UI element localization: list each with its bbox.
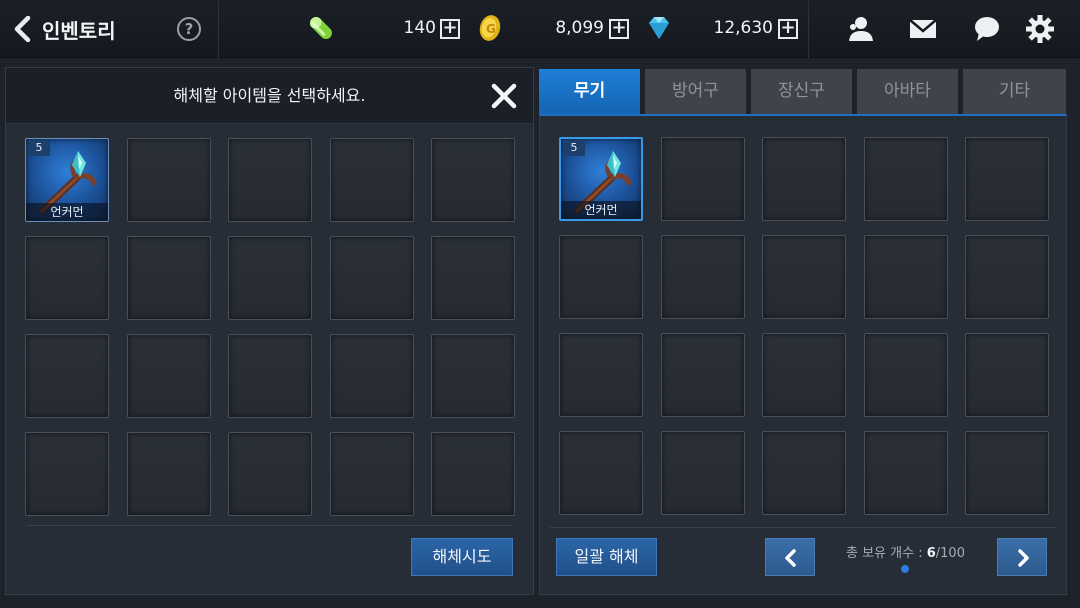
friends-icon[interactable] [846, 14, 876, 44]
empty-slot[interactable] [431, 236, 515, 320]
empty-slot[interactable] [431, 138, 515, 222]
mail-icon[interactable] [908, 14, 938, 44]
empty-slot[interactable] [965, 333, 1049, 417]
empty-slot[interactable] [25, 432, 109, 516]
empty-slot[interactable] [228, 334, 312, 418]
empty-slot[interactable] [660, 333, 745, 417]
empty-slot[interactable] [863, 333, 948, 417]
inventory-tabs: 무기 방어구 장신구 아바타 기타 [539, 67, 1067, 114]
page-indicator-dot [901, 565, 909, 573]
inventory-body: 5 언커먼 일괄 해체 총 보유 개수 : 6/100 [539, 114, 1067, 595]
chevron-left-icon [14, 16, 31, 42]
chevron-left-icon [785, 549, 796, 567]
tab-accessory[interactable]: 장신구 [751, 69, 852, 114]
empty-slot[interactable] [431, 334, 515, 418]
empty-slot[interactable] [329, 236, 414, 320]
help-icon[interactable]: ? [177, 17, 201, 41]
item-level-badge: 5 [28, 140, 50, 156]
close-icon[interactable] [490, 82, 518, 110]
diamond-icon [649, 17, 669, 39]
energy-capsule-icon [309, 16, 332, 39]
item-slot[interactable]: 5 언커먼 [25, 138, 109, 222]
stamina-value: 140 [403, 18, 436, 38]
add-stamina-button[interactable]: + [440, 19, 460, 39]
empty-slot[interactable] [863, 431, 948, 515]
empty-slot[interactable] [559, 333, 643, 417]
item-grade-label: 언커먼 [26, 203, 108, 221]
empty-slot[interactable] [329, 334, 414, 418]
empty-slot[interactable] [863, 137, 948, 221]
empty-slot[interactable] [660, 235, 745, 319]
chevron-right-icon [1018, 549, 1029, 567]
empty-slot[interactable] [25, 236, 109, 320]
empty-slot[interactable] [126, 432, 211, 516]
tab-avatar[interactable]: 아바타 [857, 69, 958, 114]
divider [550, 527, 1056, 528]
item-level-badge: 5 [563, 140, 585, 156]
dismantle-prompt: 해체할 아이템을 선택하세요. [173, 86, 366, 105]
empty-slot[interactable] [559, 431, 643, 515]
dismantle-header: 해체할 아이템을 선택하세요. [6, 68, 533, 124]
empty-slot[interactable] [863, 235, 948, 319]
empty-slot[interactable] [25, 334, 109, 418]
empty-slot[interactable] [228, 236, 312, 320]
top-bar: 인벤토리 ? 140 + G 8,099 + 12,630 + [0, 0, 1080, 58]
empty-slot[interactable] [228, 138, 312, 222]
prev-page-button[interactable] [765, 538, 815, 576]
settings-icon[interactable] [1025, 14, 1055, 44]
dismantle-panel: 해체할 아이템을 선택하세요. 5 언커먼 해체시도 [5, 67, 534, 595]
empty-slot[interactable] [660, 431, 745, 515]
separator [808, 0, 809, 58]
bulk-dismantle-button[interactable]: 일괄 해체 [556, 538, 657, 576]
item-count-max: /100 [935, 546, 965, 561]
empty-slot[interactable] [762, 333, 846, 417]
empty-slot[interactable] [329, 138, 414, 222]
empty-slot[interactable] [431, 432, 515, 516]
empty-slot[interactable] [126, 138, 211, 222]
empty-slot[interactable] [559, 235, 643, 319]
tab-etc[interactable]: 기타 [963, 69, 1066, 114]
add-gems-button[interactable]: + [778, 19, 798, 39]
add-gold-button[interactable]: + [609, 19, 629, 39]
empty-slot[interactable] [126, 236, 211, 320]
gold-value: 8,099 [555, 18, 604, 38]
empty-slot[interactable] [228, 432, 312, 516]
empty-slot[interactable] [126, 334, 211, 418]
tab-armor[interactable]: 방어구 [645, 69, 746, 114]
empty-slot[interactable] [965, 431, 1049, 515]
empty-slot[interactable] [762, 235, 846, 319]
separator [218, 0, 219, 58]
dismantle-button[interactable]: 해체시도 [411, 538, 513, 576]
tab-weapon[interactable]: 무기 [539, 69, 640, 114]
empty-slot[interactable] [762, 137, 846, 221]
divider [26, 525, 512, 526]
next-page-button[interactable] [997, 538, 1047, 576]
item-count-current: 6 [926, 546, 936, 561]
back-button[interactable]: 인벤토리 [12, 12, 122, 46]
item-slot[interactable]: 5 언커먼 [559, 137, 643, 221]
chat-icon[interactable] [972, 14, 1002, 44]
gems-value: 12,630 [713, 18, 773, 38]
empty-slot[interactable] [329, 432, 414, 516]
empty-slot[interactable] [965, 137, 1049, 221]
inventory-panel: 무기 방어구 장신구 아바타 기타 5 언커먼 일괄 해체 총 보유 개수 : 6… [539, 67, 1067, 595]
item-grade-label: 언커먼 [561, 201, 641, 219]
svg-text:G: G [486, 22, 496, 36]
gold-coin-icon: G [479, 15, 501, 41]
empty-slot[interactable] [660, 137, 745, 221]
page-title: 인벤토리 [42, 18, 116, 43]
empty-slot[interactable] [762, 431, 846, 515]
item-count-label: 총 보유 개수 : [846, 546, 927, 561]
empty-slot[interactable] [965, 235, 1049, 319]
item-count: 총 보유 개수 : 6/100 [846, 542, 965, 561]
